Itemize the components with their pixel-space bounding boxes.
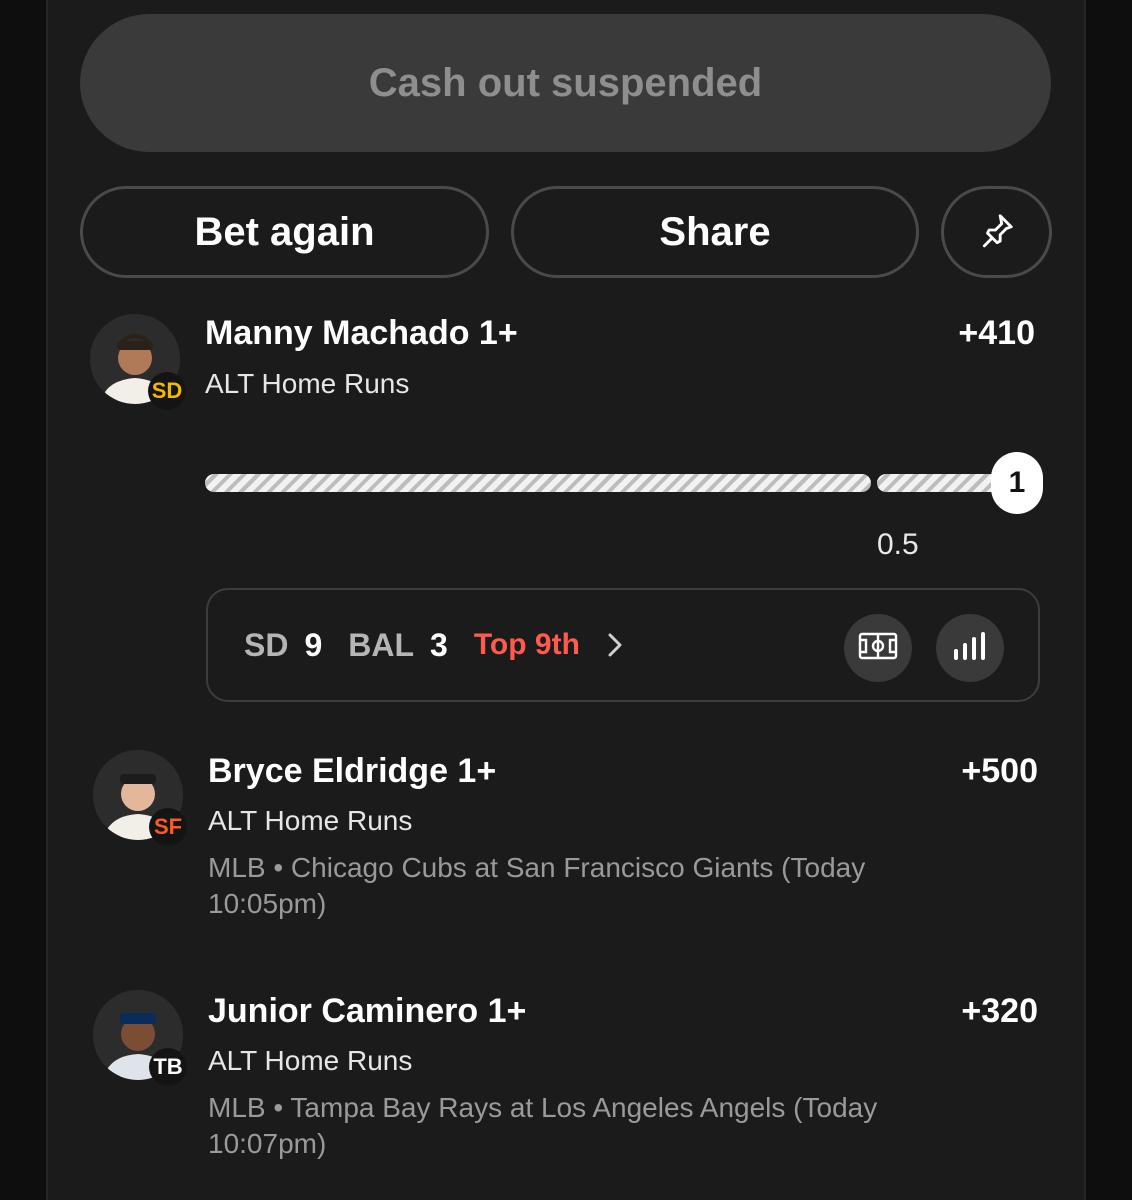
- game-info: MLB • Chicago Cubs at San Francisco Gian…: [208, 852, 866, 919]
- game-info: MLB • Tampa Bay Rays at Los Angeles Ange…: [208, 1092, 878, 1159]
- player-avatar-eldridge: SF: [93, 750, 187, 846]
- odds-value: +410: [958, 314, 1035, 352]
- odds-value: +320: [961, 992, 1038, 1030]
- chevron-right-icon[interactable]: [606, 631, 624, 659]
- progress-target-marker: 1: [991, 452, 1043, 514]
- market-label: ALT Home Runs: [208, 805, 413, 836]
- pin-icon: [978, 211, 1016, 254]
- ballpark-button[interactable]: [844, 614, 912, 682]
- progress-threshold-label: 0.5: [877, 528, 919, 561]
- inning-status: Top 9th: [473, 628, 580, 661]
- home-team: BAL: [348, 626, 415, 663]
- stats-button[interactable]: [936, 614, 1004, 682]
- player-name: Manny Machado 1+: [205, 314, 518, 352]
- away-score: 9: [304, 626, 323, 663]
- home-score: 3: [430, 626, 448, 663]
- bet-again-button[interactable]: Bet again: [80, 186, 489, 278]
- giants-logo: SF: [149, 808, 187, 846]
- player-avatar-machado: SD: [90, 314, 186, 410]
- market-label: ALT Home Runs: [205, 368, 410, 399]
- progress-track-segment-1: [205, 474, 871, 492]
- odds-value: +500: [961, 752, 1038, 790]
- cash-out-button[interactable]: Cash out suspended: [80, 14, 1051, 152]
- live-score-card[interactable]: SD 9 BAL 3 Top 9th: [206, 588, 1040, 702]
- ballpark-icon: [858, 631, 898, 666]
- market-label: ALT Home Runs: [208, 1045, 413, 1076]
- player-avatar-caminero: TB: [93, 990, 187, 1086]
- player-name: Junior Caminero 1+: [208, 992, 527, 1030]
- progress-track-segment-2: [877, 474, 1007, 492]
- padres-logo: SD: [148, 372, 186, 410]
- share-button[interactable]: Share: [511, 186, 919, 278]
- away-team: SD: [244, 626, 289, 663]
- rays-logo: TB: [149, 1048, 187, 1086]
- bar-chart-icon: [953, 631, 987, 666]
- player-name: Bryce Eldridge 1+: [208, 752, 497, 790]
- pin-button[interactable]: [941, 186, 1052, 278]
